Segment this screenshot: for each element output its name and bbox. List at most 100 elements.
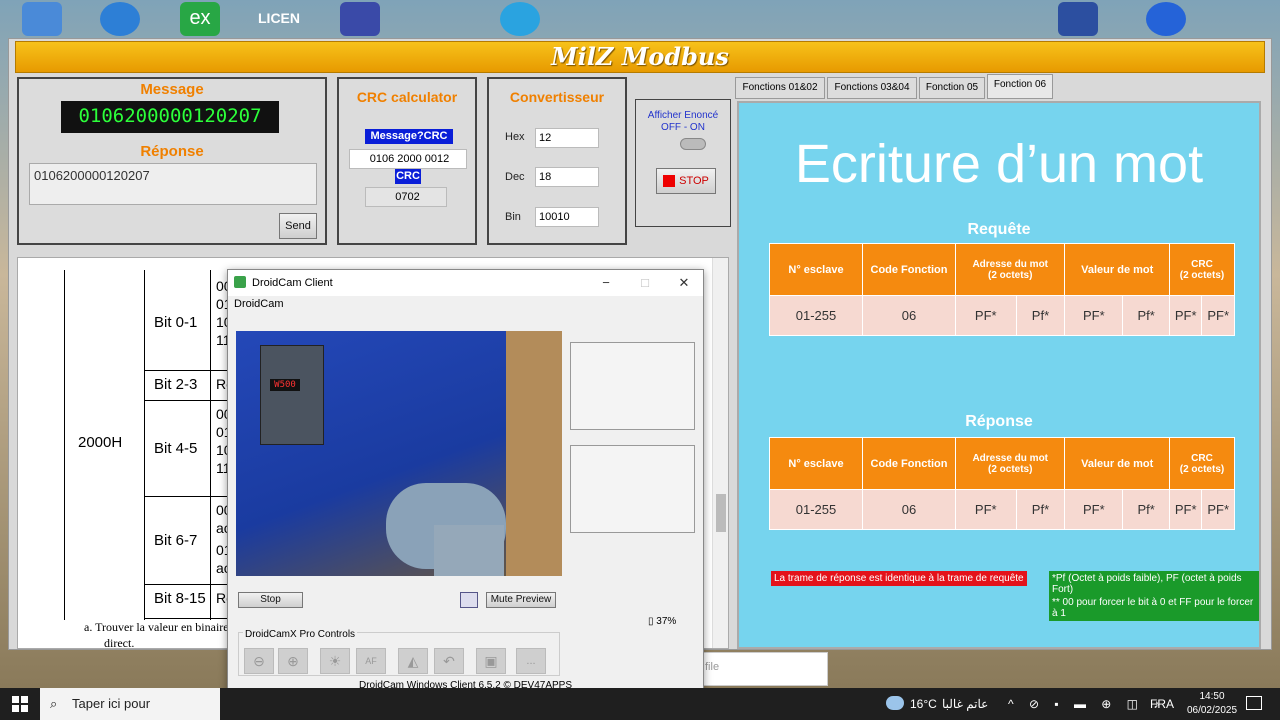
- doc-address: 2000H: [78, 434, 123, 451]
- reponse-label: Réponse: [140, 143, 204, 160]
- minimize-icon[interactable]: −: [587, 270, 625, 296]
- reponse-field[interactable]: 0106200000120207: [29, 163, 317, 205]
- taskbar: ⌕ Taper ici pour 16°C عاتم غالبا ^ ⊘ ▪ ▬…: [0, 688, 1280, 720]
- droidcam-menu[interactable]: DroidCam: [234, 298, 284, 310]
- td-cell: PF*: [1064, 489, 1124, 530]
- bin-field[interactable]: 10010: [535, 207, 599, 227]
- requete-table: N° esclave Code Fonction Adresse du mot …: [769, 243, 1235, 336]
- converter-title: Convertisseur: [509, 89, 605, 105]
- stop-icon: [663, 175, 676, 188]
- stop-button[interactable]: STOP: [656, 168, 716, 194]
- td-cell: PF*: [955, 295, 1017, 336]
- toggle-label-2: OFF - ON: [661, 122, 705, 133]
- preview-box-1: [570, 342, 695, 430]
- tab-fonctions-01-02[interactable]: Fonctions 01&02: [735, 77, 825, 99]
- note-green-1: *Pf (Octet à poids faible), PF (octet à …: [1049, 571, 1259, 597]
- th-valeur: Valeur de mot: [1064, 243, 1170, 296]
- jpeg-icon[interactable]: ▣: [476, 648, 506, 674]
- crc-tag: CRC: [395, 169, 421, 184]
- panel-title: Ecriture d’un mot: [794, 134, 1204, 194]
- toggle-switch[interactable]: [680, 138, 706, 150]
- zoom-out-icon[interactable]: ⊖: [244, 648, 274, 674]
- td-cell: PF*: [1201, 295, 1235, 336]
- pro-controls-label: DroidCamX Pro Controls: [243, 629, 358, 640]
- doc-item-a2: direct.: [104, 636, 135, 649]
- mirror-icon[interactable]: ◭: [398, 648, 428, 674]
- tray-icons[interactable]: ^ ⊘ ▪ ▬ ⊕ ◫ ♪: [1008, 688, 1165, 720]
- toggle-label-1: Afficher Enoncé: [647, 110, 719, 121]
- td-cell: PF*: [1064, 295, 1124, 336]
- control-group: Afficher Enoncé OFF - ON STOP: [635, 99, 731, 227]
- zoom-in-icon[interactable]: ⊕: [278, 648, 308, 674]
- drive-unit: [260, 345, 324, 445]
- weather-icon: [886, 696, 904, 710]
- battery-icon: ▯: [648, 616, 654, 627]
- start-icon[interactable]: [12, 696, 28, 712]
- rotate-icon[interactable]: ↶: [434, 648, 464, 674]
- th-esclave: N° esclave: [769, 243, 863, 296]
- th-code: Code Fonction: [862, 437, 956, 490]
- taskbar-app-icons[interactable]: [232, 694, 692, 716]
- dec-field[interactable]: 18: [535, 167, 599, 187]
- desktop-icon-device[interactable]: [1058, 2, 1098, 36]
- scroll-thumb[interactable]: [716, 494, 726, 532]
- desktop-icon-users[interactable]: [340, 2, 380, 36]
- notification-icon[interactable]: [1246, 696, 1262, 710]
- td-cell: PF*: [1201, 489, 1235, 530]
- search-icon: ⌕: [50, 696, 58, 711]
- crc-output: 0702: [365, 187, 447, 207]
- crc-input[interactable]: 0106 2000 0012: [349, 149, 467, 169]
- droidcam-app-icon: [234, 276, 246, 288]
- autofocus-button[interactable]: AF: [356, 648, 386, 674]
- hex-field[interactable]: 12: [535, 128, 599, 148]
- battery-level: 37%: [656, 616, 677, 627]
- stop-camera-button[interactable]: Stop: [238, 592, 303, 608]
- weather-desc[interactable]: عاتم غالبا: [942, 688, 988, 720]
- clock[interactable]: 14:50 06/02/2025: [1184, 690, 1240, 718]
- td-cell: Pf*: [1015, 489, 1066, 530]
- language-indicator[interactable]: FRA: [1150, 688, 1174, 720]
- taskbar-search[interactable]: ⌕ Taper ici pour: [40, 688, 220, 720]
- th-adresse: Adresse du mot (2 octets): [954, 437, 1066, 490]
- hex-label: Hex: [505, 131, 525, 143]
- send-button[interactable]: Send: [279, 213, 317, 239]
- doc-scrollbar[interactable]: [712, 258, 728, 648]
- td-cell: PF*: [1168, 295, 1203, 336]
- message-crc-tag: Message?CRC: [365, 129, 453, 144]
- desktop-icon-license[interactable]: LICEN: [258, 2, 302, 36]
- stop-label: STOP: [679, 175, 709, 187]
- td-cell: Pf*: [1122, 489, 1170, 530]
- doc-col2-sep: [210, 270, 211, 620]
- search-placeholder: Taper ici pour: [72, 696, 151, 711]
- screenshot-icon[interactable]: [460, 592, 478, 608]
- reponse-title: Réponse: [965, 413, 1033, 430]
- td-cell: 01-255: [769, 489, 863, 530]
- td-cell: 01-255: [769, 295, 863, 336]
- maximize-icon[interactable]: □: [626, 270, 664, 296]
- telegram-icon[interactable]: [500, 2, 540, 36]
- desktop-icon-cloud[interactable]: [100, 2, 140, 36]
- drive-screen: W500: [270, 379, 300, 391]
- td-cell: Pf*: [1015, 295, 1066, 336]
- doc-item-a: a. Trouver la valeur en binaire: [84, 620, 229, 634]
- mute-preview-button[interactable]: Mute Preview: [486, 592, 556, 608]
- more-button[interactable]: ...: [516, 648, 546, 674]
- close-icon[interactable]: ✕: [665, 270, 703, 296]
- weather-temp[interactable]: 16°C: [910, 688, 937, 720]
- desktop-icon-1[interactable]: [22, 2, 62, 36]
- function-06-panel: Ecriture d’un mot Requête N° esclave Cod…: [737, 101, 1261, 649]
- th-valeur: Valeur de mot: [1064, 437, 1170, 490]
- tab-fonction-06[interactable]: Fonction 06: [987, 74, 1053, 99]
- message-display: 0106200000120207: [61, 101, 279, 133]
- motor-terminal: [434, 525, 504, 576]
- converter-group: Convertisseur Hex 12 Dec 18 Bin 10010: [487, 77, 627, 245]
- desktop-icon-ex[interactable]: ex: [180, 2, 220, 36]
- th-crc: CRC (2 octets): [1169, 437, 1235, 490]
- crc-title: CRC calculator: [356, 89, 458, 105]
- dec-label: Dec: [505, 171, 525, 183]
- tab-fonction-05[interactable]: Fonction 05: [919, 77, 985, 99]
- tab-fonctions-03-04[interactable]: Fonctions 03&04: [827, 77, 917, 99]
- droidcam-window: DroidCam Client − □ ✕ DroidCam W500 Stop…: [227, 269, 704, 705]
- alert-icon[interactable]: [1146, 2, 1186, 36]
- brightness-icon[interactable]: ☀: [320, 648, 350, 674]
